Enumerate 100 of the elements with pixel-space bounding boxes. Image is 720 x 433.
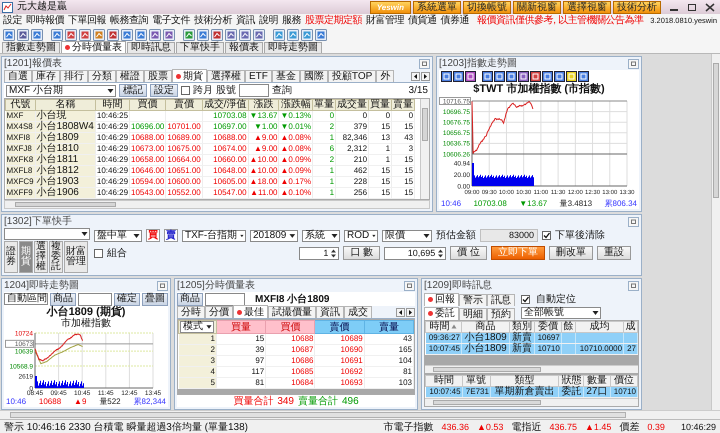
tool-icon[interactable] [51,28,63,40]
tool-icon[interactable] [301,28,313,40]
menu-item[interactable]: 電子文件 [152,14,190,26]
vertical-scrollbar[interactable] [420,99,429,199]
order-dropdown[interactable]: 系統 [302,230,340,242]
toolbar-button[interactable]: 設定 [150,84,178,97]
tool-icon[interactable] [163,28,175,40]
account-dropdown[interactable]: 全部帳號 [521,307,601,319]
menu-item[interactable]: 服務 [282,14,301,26]
tool-icon[interactable] [225,28,237,40]
order-type-dropdown[interactable]: 盤中單 [94,230,142,242]
query-button[interactable]: 查詢 [272,85,292,96]
market-tab[interactable]: 財富管理 [64,241,88,273]
market-tab[interactable]: 股票 [144,70,172,82]
price-field[interactable]: 10,695 [384,246,446,260]
tool-icon[interactable] [31,28,43,40]
document-tab[interactable]: 報價表 [225,42,263,53]
menu-item[interactable]: 下單回報 [68,14,106,26]
sort-icon[interactable] [451,324,458,329]
menu-item[interactable]: 技術分析 [194,14,232,26]
tool-icon[interactable] [239,28,251,40]
horizontal-scrollbar[interactable] [425,365,638,373]
tool-icon[interactable] [253,28,265,40]
market-tab[interactable]: 外 [376,70,394,82]
scroll-right-icon[interactable] [421,72,430,80]
vertical-scrollbar[interactable] [711,54,720,410]
view-tab[interactable]: 分價 [205,306,233,318]
tick-button[interactable]: 價 位 [450,246,487,260]
menu-item[interactable]: 股票定期定額 [305,14,362,26]
stock-code-field[interactable] [239,84,269,97]
scroll-left-icon[interactable] [396,308,405,316]
document-tab[interactable]: 即時訊息 [127,42,175,53]
horizontal-scrollbar[interactable] [425,398,638,406]
message-tab[interactable]: 回報 [424,292,459,306]
tool-icon[interactable] [273,28,285,40]
order-dropdown[interactable]: 限價 [382,230,432,242]
overlay-button[interactable]: 疊圖 [142,292,168,306]
order-dropdown[interactable]: ROD [344,230,378,242]
view-tab[interactable]: 試撮價量 [268,306,316,318]
chart-tool-icon[interactable] [578,71,589,82]
product-dropdown[interactable]: MXF 小台期 [6,84,116,96]
market-tab[interactable]: 證券 [4,241,18,273]
market-tab[interactable]: ETF [245,70,272,82]
chart-tool-icon[interactable] [482,71,493,82]
chart-tool-icon[interactable] [542,71,553,82]
tool-icon[interactable] [121,28,133,40]
tool-icon[interactable] [135,28,147,40]
product-field[interactable] [205,292,245,306]
view-tab[interactable]: 成交 [344,306,372,318]
tool-icon[interactable] [315,28,327,40]
spinner-icon[interactable] [330,248,338,258]
menu-item[interactable]: 設定 [3,14,22,26]
range-dropdown[interactable]: 自動區間 [4,293,48,305]
mode-dropdown[interactable]: 模式 [180,321,214,333]
scroll-left-icon[interactable] [411,72,420,80]
restore-button[interactable] [628,58,639,68]
view-tab[interactable]: 分時 [177,306,205,318]
modify-button[interactable]: 刪改單 [549,246,593,260]
checkbox[interactable] [181,86,190,95]
menu-item[interactable]: 財富管理 [366,14,404,26]
message-tab[interactable]: 警示 [459,294,487,306]
scroll-right-icon[interactable] [406,308,415,316]
market-tab[interactable]: 選擇權 [34,241,48,273]
chart-tool-icon[interactable] [566,71,577,82]
checkbox[interactable] [521,294,530,304]
quantity-field[interactable]: 1 [299,246,340,260]
confirm-button[interactable]: 確定 [114,292,140,306]
menu-item[interactable]: 債貨通 [408,14,436,26]
menu-item[interactable]: 即時報價 [26,14,64,26]
chart-tool-icon[interactable] [441,71,452,82]
horizontal-scrollbar[interactable] [4,200,430,209]
buy-button[interactable]: 買 [146,229,160,242]
checkbox[interactable] [94,248,103,258]
market-tab[interactable]: 權證 [116,70,144,82]
view-tab[interactable]: 最佳 [233,305,268,318]
product-field[interactable] [78,292,112,306]
report-tab[interactable]: 委託 [424,306,459,320]
market-tab[interactable]: 複委託 [49,241,63,273]
document-tab[interactable]: 指數走勢圖 [2,42,60,53]
chart-tool-icon[interactable] [530,71,541,82]
tool-icon[interactable] [211,28,223,40]
market-tab[interactable]: 基金 [272,70,300,82]
chart-tool-icon[interactable] [453,71,464,82]
document-tab[interactable]: 即時走勢圖 [264,42,322,53]
checkbox[interactable] [542,231,551,240]
menu-item[interactable]: 說明 [259,14,278,26]
restore-button[interactable] [419,58,430,68]
tool-icon[interactable] [3,28,15,40]
product-button[interactable]: 商品 [177,292,203,306]
title-button[interactable]: 系統選單 [413,0,461,14]
restore-button[interactable] [404,280,415,290]
chart-tool-icon[interactable] [518,71,529,82]
document-tab[interactable]: 分時價量表 [61,41,126,53]
market-tab[interactable]: 自選 [4,70,32,82]
chart-tool-icon[interactable] [554,71,565,82]
tool-icon[interactable] [107,28,119,40]
menu-item[interactable]: 債券通 [440,14,469,26]
reset-button[interactable]: 重設 [597,246,631,260]
market-tab[interactable]: 投顧TOP [328,70,376,82]
title-button[interactable]: 選擇視窗 [563,0,611,14]
